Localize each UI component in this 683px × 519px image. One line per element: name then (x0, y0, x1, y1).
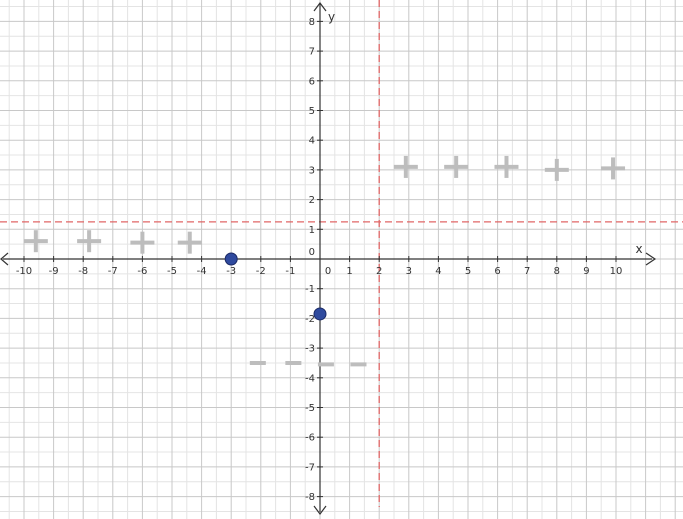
plus-sign-mark (23, 230, 48, 253)
y-axis-label: y (328, 10, 335, 24)
x-tick-label: -9 (49, 266, 59, 277)
plus-sign-mark (544, 158, 569, 181)
y-tick-label: -6 (305, 433, 315, 444)
x-tick-label: 9 (583, 266, 589, 277)
plotted-point (224, 252, 238, 266)
plotted-point (313, 307, 327, 321)
origin-label: 0 (325, 266, 331, 277)
x-tick-label: 5 (465, 266, 471, 277)
tick-labels: -10 -9 -8 -7 -6 -5 -4 -3 -2 -1 1 2 3 4 5 6 7 8 9 10-8-7-6-5… (16, 17, 623, 503)
x-tick-label: -3 (226, 266, 236, 277)
y-tick-label: 8 (309, 17, 315, 28)
y-tick-label: 4 (309, 136, 315, 147)
y-tick-label: 7 (309, 47, 315, 58)
y-tick-label: -7 (305, 462, 315, 473)
y-tick-label: -2 (305, 314, 315, 325)
x-axis-label: x (635, 242, 642, 256)
y-tick-label: 6 (309, 76, 315, 87)
x-tick-label: -8 (78, 266, 88, 277)
x-tick-label: -6 (137, 266, 147, 277)
x-tick-label: 4 (435, 266, 441, 277)
plus-sign-mark (177, 231, 202, 254)
asymptote-layer (0, 0, 683, 507)
origin-label: 0 (309, 247, 315, 258)
x-tick-label: 6 (494, 266, 500, 277)
x-tick-label: 8 (554, 266, 560, 277)
plus-sign-mark (601, 157, 626, 180)
y-tick-label: -1 (305, 284, 315, 295)
x-tick-label: -5 (167, 266, 177, 277)
x-tick-label: 1 (346, 266, 352, 277)
x-tick-label: -1 (285, 266, 295, 277)
y-tick-label: 5 (309, 106, 315, 117)
x-tick-label: -10 (16, 266, 32, 277)
x-tick-label: 2 (376, 266, 382, 277)
y-tick-label: -8 (305, 492, 315, 503)
x-tick-label: 10 (610, 266, 623, 277)
plus-sign-mark (444, 155, 469, 178)
plus-sign-mark (393, 155, 418, 178)
x-tick-label: 7 (524, 266, 530, 277)
y-tick-label: 3 (309, 165, 315, 176)
y-tick-label: -3 (305, 344, 315, 355)
plus-sign-mark (130, 231, 155, 254)
y-tick-label: -4 (305, 373, 315, 384)
x-tick-label: -7 (108, 266, 118, 277)
y-tick-label: -5 (305, 403, 315, 414)
y-tick-label: 2 (309, 195, 315, 206)
x-tick-label: -2 (256, 266, 266, 277)
coordinate-plane: -10 -9 -8 -7 -6 -5 -4 -3 -2 -1 1 2 3 4 5 6 7 8 9 10-8-7-6-5… (0, 0, 683, 519)
y-tick-label: 1 (309, 225, 315, 236)
x-tick-label: -4 (197, 266, 207, 277)
x-tick-label: 3 (406, 266, 412, 277)
